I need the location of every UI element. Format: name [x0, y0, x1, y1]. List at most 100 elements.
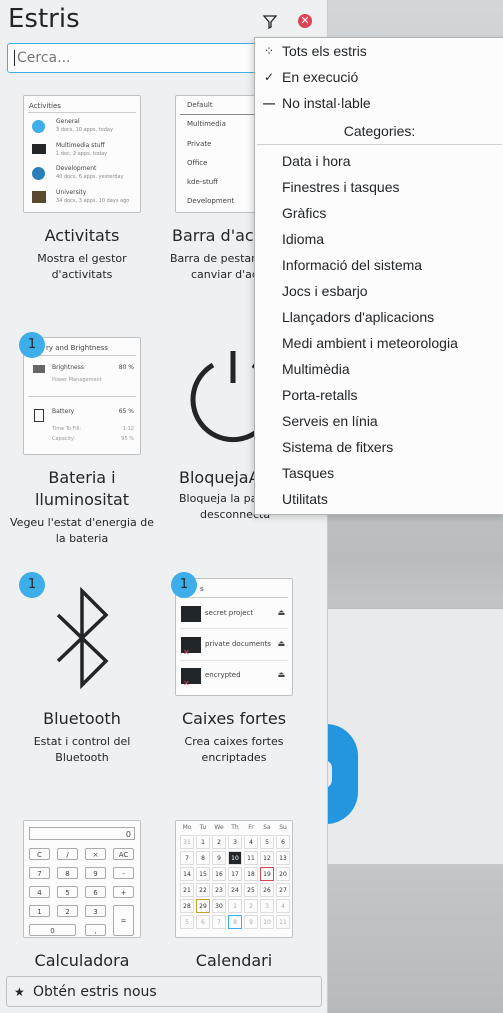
calendar-day-cell[interactable]: 7 — [180, 851, 194, 865]
calc-key[interactable]: 7 — [29, 867, 50, 879]
calendar-day-cell[interactable]: 21 — [180, 883, 194, 897]
calendar-day-cell[interactable]: 4 — [276, 899, 290, 913]
menu-item-category[interactable]: Gràfics — [255, 200, 503, 226]
calendar-day-cell[interactable]: 8 — [196, 851, 210, 865]
menu-item-category[interactable]: Jocs i esbarjo — [255, 278, 503, 304]
menu-item-all[interactable]: ⁘ Tots els estris — [255, 38, 503, 64]
calendar-day-cell[interactable]: 19 — [260, 867, 274, 881]
widget-vaults[interactable]: Caixes fortes Crea caixes fortes encripta… — [159, 708, 309, 766]
menu-item-category[interactable]: Tasques — [255, 460, 503, 486]
calendar-day-cell[interactable]: 24 — [228, 883, 242, 897]
calendar-day-cell[interactable]: 17 — [228, 867, 242, 881]
calc-key[interactable]: 6 — [85, 886, 106, 898]
calculator-thumbnail[interactable]: 0 C / × AC 7 8 9- 4 5 6 +1 2 3 = 0, — [23, 820, 141, 938]
calc-key[interactable]: × — [85, 848, 106, 860]
calc-key[interactable]: = — [113, 905, 134, 936]
get-new-widgets-button[interactable]: ★ Obtén estris nous — [6, 976, 322, 1007]
calc-key[interactable]: 4 — [29, 886, 50, 898]
calendar-day-cell[interactable]: 2 — [244, 899, 258, 913]
calendar-day-cell[interactable]: 12 — [260, 851, 274, 865]
calendar-day-cell[interactable]: 10 — [260, 915, 274, 929]
calc-key[interactable]: , — [85, 924, 106, 936]
vaults-thumbnail[interactable]: s secret project ⏏ ✕ private documents ⏏… — [175, 578, 293, 696]
calendar-day-cell[interactable]: 4 — [244, 835, 258, 849]
calendar-day-cell[interactable]: 23 — [212, 883, 226, 897]
calendar-day-cell[interactable]: 2 — [212, 835, 226, 849]
menu-item-label: Porta-retalls — [282, 387, 358, 403]
widget-activities[interactable]: Activitats Mostra el gestor d'activitats — [7, 225, 157, 283]
calendar-day-cell[interactable]: 10 — [228, 851, 242, 865]
calc-key[interactable]: 3 — [85, 905, 106, 917]
widget-bluetooth[interactable]: Bluetooth Estat i control del Bluetooth — [7, 708, 157, 766]
eject-icon[interactable]: ⏏ — [277, 608, 285, 617]
menu-item-category[interactable]: Porta-retalls — [255, 382, 503, 408]
calendar-day-cell[interactable]: 6 — [276, 835, 290, 849]
calc-key[interactable]: 5 — [57, 886, 78, 898]
menu-item-uninstallable[interactable]: — No instal·lable — [255, 90, 503, 116]
search-input[interactable]: Cerca... — [7, 43, 263, 73]
menu-item-category[interactable]: Sistema de fitxers — [255, 434, 503, 460]
calendar-day-cell[interactable]: 22 — [196, 883, 210, 897]
eject-icon[interactable]: ⏏ — [277, 639, 285, 648]
bluetooth-icon[interactable] — [44, 585, 120, 690]
calc-key[interactable]: 9 — [85, 867, 106, 879]
calc-key[interactable]: 1 — [29, 905, 50, 917]
calc-key[interactable]: 0 — [29, 924, 76, 936]
calendar-day-cell[interactable]: 9 — [212, 851, 226, 865]
calendar-day-cell[interactable]: 11 — [276, 915, 290, 929]
calendar-day-cell[interactable]: 6 — [196, 915, 210, 929]
calc-key[interactable]: C — [29, 848, 50, 860]
calendar-day-cell[interactable]: 16 — [212, 867, 226, 881]
filter-icon[interactable] — [260, 12, 280, 32]
menu-item-category[interactable]: Informació del sistema — [255, 252, 503, 278]
calc-key[interactable]: - — [113, 867, 134, 879]
calendar-day-cell[interactable]: 18 — [244, 867, 258, 881]
calendar-day-cell[interactable]: 15 — [196, 867, 210, 881]
calendar-day-cell[interactable]: 28 — [180, 899, 194, 913]
calc-key[interactable]: 2 — [57, 905, 78, 917]
menu-item-category[interactable]: Finestres i tasques — [255, 174, 503, 200]
calc-key[interactable]: 8 — [57, 867, 78, 879]
menu-item-category[interactable]: Idioma — [255, 226, 503, 252]
menu-item-category[interactable]: Serveis en línia — [255, 408, 503, 434]
widget-battery[interactable]: Bateria i lluminositat Vegeu l'estat d'en… — [7, 467, 157, 547]
activities-thumbnail[interactable]: Activities General 3 docs, 10 apps, toda… — [23, 95, 141, 213]
calc-key[interactable]: AC — [113, 848, 134, 860]
calendar-day-cell[interactable]: 26 — [260, 883, 274, 897]
calendar-day-cell[interactable]: 8 — [228, 915, 242, 929]
close-icon[interactable]: ✕ — [298, 14, 312, 28]
widget-calendar[interactable]: Calendari — [159, 950, 309, 972]
calendar-day-cell[interactable]: 3 — [260, 899, 274, 913]
calendar-day-cell[interactable]: 20 — [276, 867, 290, 881]
activity-bar-thumbnail[interactable]: Default Multimedia Private Office kde-st… — [175, 95, 265, 213]
calendar-thumbnail[interactable]: Mo Tu We Th Fr Sa Su 31 1 2 3 4 5 6 7 8 9 10 11 12 13 14 15 16 1… — [175, 820, 293, 938]
menu-item-label: Informació del sistema — [282, 257, 423, 273]
activity-title: University — [56, 189, 87, 196]
calendar-day-cell[interactable]: 5 — [260, 835, 274, 849]
calendar-day-cell[interactable]: 31 — [180, 835, 194, 849]
calendar-day-cell[interactable]: 7 — [212, 915, 226, 929]
calendar-day-cell[interactable]: 3 — [228, 835, 242, 849]
menu-item-category[interactable]: Multimèdia — [255, 356, 503, 382]
calendar-day-cell[interactable]: 25 — [244, 883, 258, 897]
calendar-day-cell[interactable]: 27 — [276, 883, 290, 897]
menu-item-category[interactable]: Llançadors d'aplicacions — [255, 304, 503, 330]
battery-thumbnail[interactable]: ry and Brightness Brightness 80 % Power … — [23, 337, 141, 455]
eject-icon[interactable]: ⏏ — [277, 670, 285, 679]
menu-item-category[interactable]: Utilitats — [255, 486, 503, 512]
calendar-day-cell[interactable]: 14 — [180, 867, 194, 881]
calendar-day-cell[interactable]: 5 — [180, 915, 194, 929]
calendar-day-cell[interactable]: 11 — [244, 851, 258, 865]
calc-key[interactable]: + — [113, 886, 134, 898]
calendar-day-cell[interactable]: 9 — [244, 915, 258, 929]
calendar-day-cell[interactable]: 1 — [228, 899, 242, 913]
menu-item-category[interactable]: Medi ambient i meteorologia — [255, 330, 503, 356]
menu-item-category[interactable]: Data i hora — [255, 148, 503, 174]
calc-key[interactable]: / — [57, 848, 78, 860]
calendar-day-cell[interactable]: 29 — [196, 899, 210, 913]
calendar-day-cell[interactable]: 13 — [276, 851, 290, 865]
calendar-day-cell[interactable]: 1 — [196, 835, 210, 849]
widget-calculator[interactable]: Calculadora — [7, 950, 157, 972]
calendar-day-cell[interactable]: 30 — [212, 899, 226, 913]
menu-item-running[interactable]: ✓ En execució — [255, 64, 503, 90]
